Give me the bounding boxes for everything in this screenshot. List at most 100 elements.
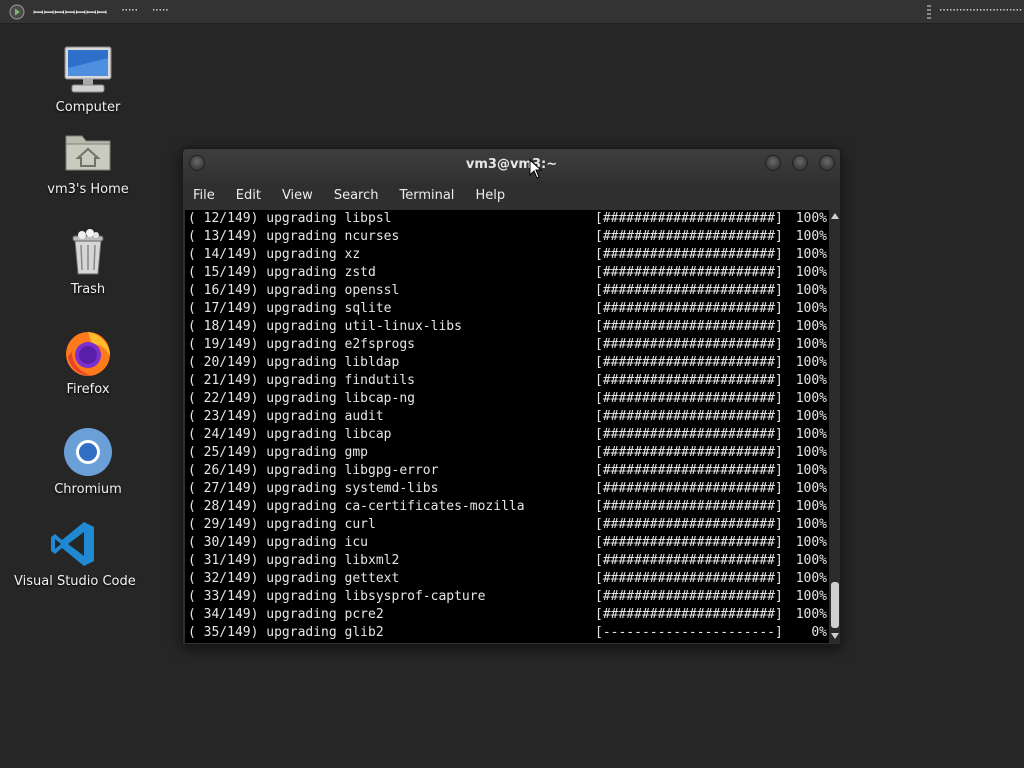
package-status-text: ( 13/149) upgrading ncurses: [188, 229, 400, 244]
package-status-text: ( 34/149) upgrading pcre2: [188, 607, 384, 622]
progress-bar-text: [######################]: [595, 265, 783, 280]
progress-percent: 100%: [795, 535, 827, 550]
menu-search[interactable]: Search: [334, 188, 379, 203]
terminal-line: ( 15/149) upgrading zstd [###############…: [185, 264, 829, 282]
terminal-line: ( 12/149) upgrading libpsl [#############…: [185, 210, 829, 228]
panel-right-area: ᐧᐧᐧᐧᐧᐧᐧᐧᐧᐧᐧᐧᐧᐧᐧᐧᐧᐧᐧᐧᐧᐧᐧᐧᐧ: [926, 4, 1022, 19]
progress-percent: 100%: [795, 499, 827, 514]
applications-menu-icon[interactable]: [8, 3, 26, 21]
desktop-icon-trash[interactable]: Trash: [28, 226, 148, 297]
progress-bar-text: [######################]: [595, 301, 783, 316]
desktop-icon-label: Computer: [55, 100, 121, 115]
terminal-line: ( 25/149) upgrading gmp [################…: [185, 444, 829, 462]
progress-percent: 100%: [795, 229, 827, 244]
progress-percent: 100%: [795, 319, 827, 334]
terminal-line: ( 29/149) upgrading curl [###############…: [185, 516, 829, 534]
progress-bar-text: [######################]: [595, 229, 783, 244]
progress-percent: 100%: [795, 355, 827, 370]
progress-percent: 100%: [795, 283, 827, 298]
package-status-text: ( 35/149) upgrading glib2: [188, 625, 384, 640]
desktop-icon-chromium[interactable]: Chromium: [28, 426, 148, 497]
terminal-window: vm3@vm3:~ File Edit View Search Terminal…: [182, 148, 841, 645]
desktop-icon-label: Chromium: [54, 482, 122, 497]
progress-bar-text: [######################]: [595, 535, 783, 550]
mouse-cursor-icon: [529, 159, 543, 179]
computer-icon: [64, 46, 112, 93]
progress-bar-text: [######################]: [595, 337, 783, 352]
desktop-icon-home[interactable]: vm3's Home: [28, 126, 148, 197]
menu-terminal[interactable]: Terminal: [399, 188, 454, 203]
menu-edit[interactable]: Edit: [236, 188, 261, 203]
desktop-icon-vscode[interactable]: Visual Studio Code: [14, 518, 136, 589]
terminal-output[interactable]: ( 12/149) upgrading libpsl [#############…: [185, 210, 829, 643]
top-panel: ꟷꟷꟷꟷꟷꟷꟷ ᐧᐧᐧᐧᐧ ᐧᐧᐧᐧᐧ ᐧᐧᐧᐧᐧᐧᐧᐧᐧᐧᐧᐧᐧᐧᐧᐧᐧᐧᐧᐧ…: [0, 0, 1024, 24]
panel-app-menu[interactable]: ꟷꟷꟷꟷꟷꟷꟷ: [33, 3, 107, 21]
window-title: vm3@vm3:~: [465, 157, 558, 172]
progress-percent: 100%: [795, 571, 827, 586]
terminal-line: ( 23/149) upgrading audit [##############…: [185, 408, 829, 426]
package-status-text: ( 22/149) upgrading libcap-ng: [188, 391, 415, 406]
package-status-text: ( 29/149) upgrading curl: [188, 517, 376, 532]
terminal-line: ( 34/149) upgrading pcre2 [##############…: [185, 606, 829, 624]
progress-percent: 100%: [795, 553, 827, 568]
package-status-text: ( 27/149) upgrading systemd-libs: [188, 481, 439, 496]
progress-bar-text: [######################]: [595, 481, 783, 496]
package-status-text: ( 21/149) upgrading findutils: [188, 373, 415, 388]
package-status-text: ( 18/149) upgrading util-linux-libs: [188, 319, 462, 334]
terminal-line: ( 22/149) upgrading libcap-ng [##########…: [185, 390, 829, 408]
menu-file[interactable]: File: [193, 188, 215, 203]
scroll-down-arrow-icon[interactable]: [831, 633, 839, 639]
progress-percent: 100%: [795, 517, 827, 532]
terminal-titlebar[interactable]: vm3@vm3:~: [183, 149, 840, 181]
terminal-line: ( 27/149) upgrading systemd-libs [#######…: [185, 480, 829, 498]
package-status-text: ( 26/149) upgrading libgpg-error: [188, 463, 439, 478]
progress-bar-text: [######################]: [595, 571, 783, 586]
terminal-line: ( 32/149) upgrading gettext [############…: [185, 570, 829, 588]
progress-bar-text: [######################]: [595, 283, 783, 298]
desktop-icon-label: vm3's Home: [47, 182, 129, 197]
panel-separator: [926, 4, 931, 19]
package-status-text: ( 24/149) upgrading libcap: [188, 427, 392, 442]
panel-menu-places[interactable]: ᐧᐧᐧᐧᐧ: [121, 4, 138, 19]
close-button[interactable]: [819, 155, 835, 171]
progress-bar-text: [######################]: [595, 553, 783, 568]
terminal-line: ( 26/149) upgrading libgpg-error [#######…: [185, 462, 829, 480]
maximize-button[interactable]: [792, 155, 808, 171]
progress-bar-text: [######################]: [595, 499, 783, 514]
scroll-thumb[interactable]: [831, 582, 839, 628]
panel-menu-system[interactable]: ᐧᐧᐧᐧᐧ: [152, 4, 169, 19]
package-status-text: ( 15/149) upgrading zstd: [188, 265, 376, 280]
progress-percent: 100%: [795, 337, 827, 352]
package-status-text: ( 19/149) upgrading e2fsprogs: [188, 337, 415, 352]
progress-bar-text: [######################]: [595, 211, 783, 226]
package-status-text: ( 16/149) upgrading openssl: [188, 283, 400, 298]
terminal-line: ( 13/149) upgrading ncurses [############…: [185, 228, 829, 246]
progress-bar-text: [######################]: [595, 607, 783, 622]
progress-bar-text: [######################]: [595, 391, 783, 406]
panel-clock[interactable]: ᐧᐧᐧᐧᐧᐧᐧᐧᐧᐧᐧᐧᐧᐧᐧᐧᐧᐧᐧᐧᐧᐧᐧᐧᐧ: [939, 4, 1022, 19]
progress-percent: 100%: [795, 481, 827, 496]
terminal-line: ( 20/149) upgrading libldap [############…: [185, 354, 829, 372]
desktop-icon-computer[interactable]: Computer: [28, 44, 148, 115]
menu-help[interactable]: Help: [475, 188, 505, 203]
terminal-line: ( 33/149) upgrading libsysprof-capture [#…: [185, 588, 829, 606]
trash-icon: [72, 229, 104, 275]
home-folder-icon: [65, 135, 111, 171]
desktop-icon-firefox[interactable]: Firefox: [28, 326, 148, 397]
minimize-button[interactable]: [765, 155, 781, 171]
progress-bar-text: [######################]: [595, 463, 783, 478]
scroll-up-arrow-icon[interactable]: [831, 213, 839, 219]
progress-percent: 100%: [795, 373, 827, 388]
terminal-menubar: File Edit View Search Terminal Help: [183, 181, 840, 209]
progress-percent: 100%: [795, 463, 827, 478]
progress-percent: 100%: [795, 301, 827, 316]
progress-percent: 100%: [795, 409, 827, 424]
progress-percent: 0%: [811, 625, 827, 640]
firefox-icon: [66, 332, 110, 376]
package-status-text: ( 33/149) upgrading libsysprof-capture: [188, 589, 486, 604]
progress-bar-text: [######################]: [595, 319, 783, 334]
terminal-scrollbar[interactable]: [829, 210, 840, 643]
progress-percent: 100%: [795, 247, 827, 262]
menu-view[interactable]: View: [282, 188, 313, 203]
package-status-text: ( 14/149) upgrading xz: [188, 247, 361, 262]
